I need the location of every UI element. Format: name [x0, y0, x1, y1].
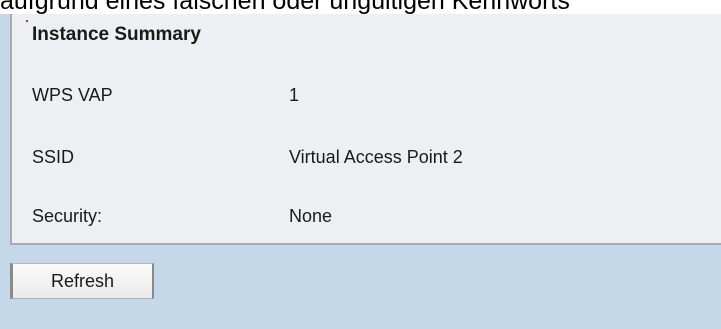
screenshot-stage: aufgrund eines falschen oder ungültigen … — [0, 0, 721, 329]
security-label: Security: — [32, 206, 103, 226]
panel-title: Instance Summary — [32, 24, 201, 45]
red-speck-mark — [26, 20, 28, 22]
ssid-value: Virtual Access Point 2 — [289, 147, 463, 167]
refresh-button[interactable]: Refresh — [10, 263, 154, 299]
cropped-caption-text: aufgrund eines falschen oder ungültigen … — [0, 0, 570, 15]
ssid-label: SSID — [32, 147, 75, 167]
security-value: None — [289, 206, 333, 226]
wps-vap-label: WPS VAP — [32, 85, 113, 105]
button-bar: Refresh — [10, 263, 154, 299]
page-frame: Instance Summary WPS VAP 1 SSID Virtual … — [0, 14, 721, 329]
instance-summary-panel: Instance Summary WPS VAP 1 SSID Virtual … — [10, 14, 721, 245]
wps-vap-value: 1 — [289, 85, 300, 105]
